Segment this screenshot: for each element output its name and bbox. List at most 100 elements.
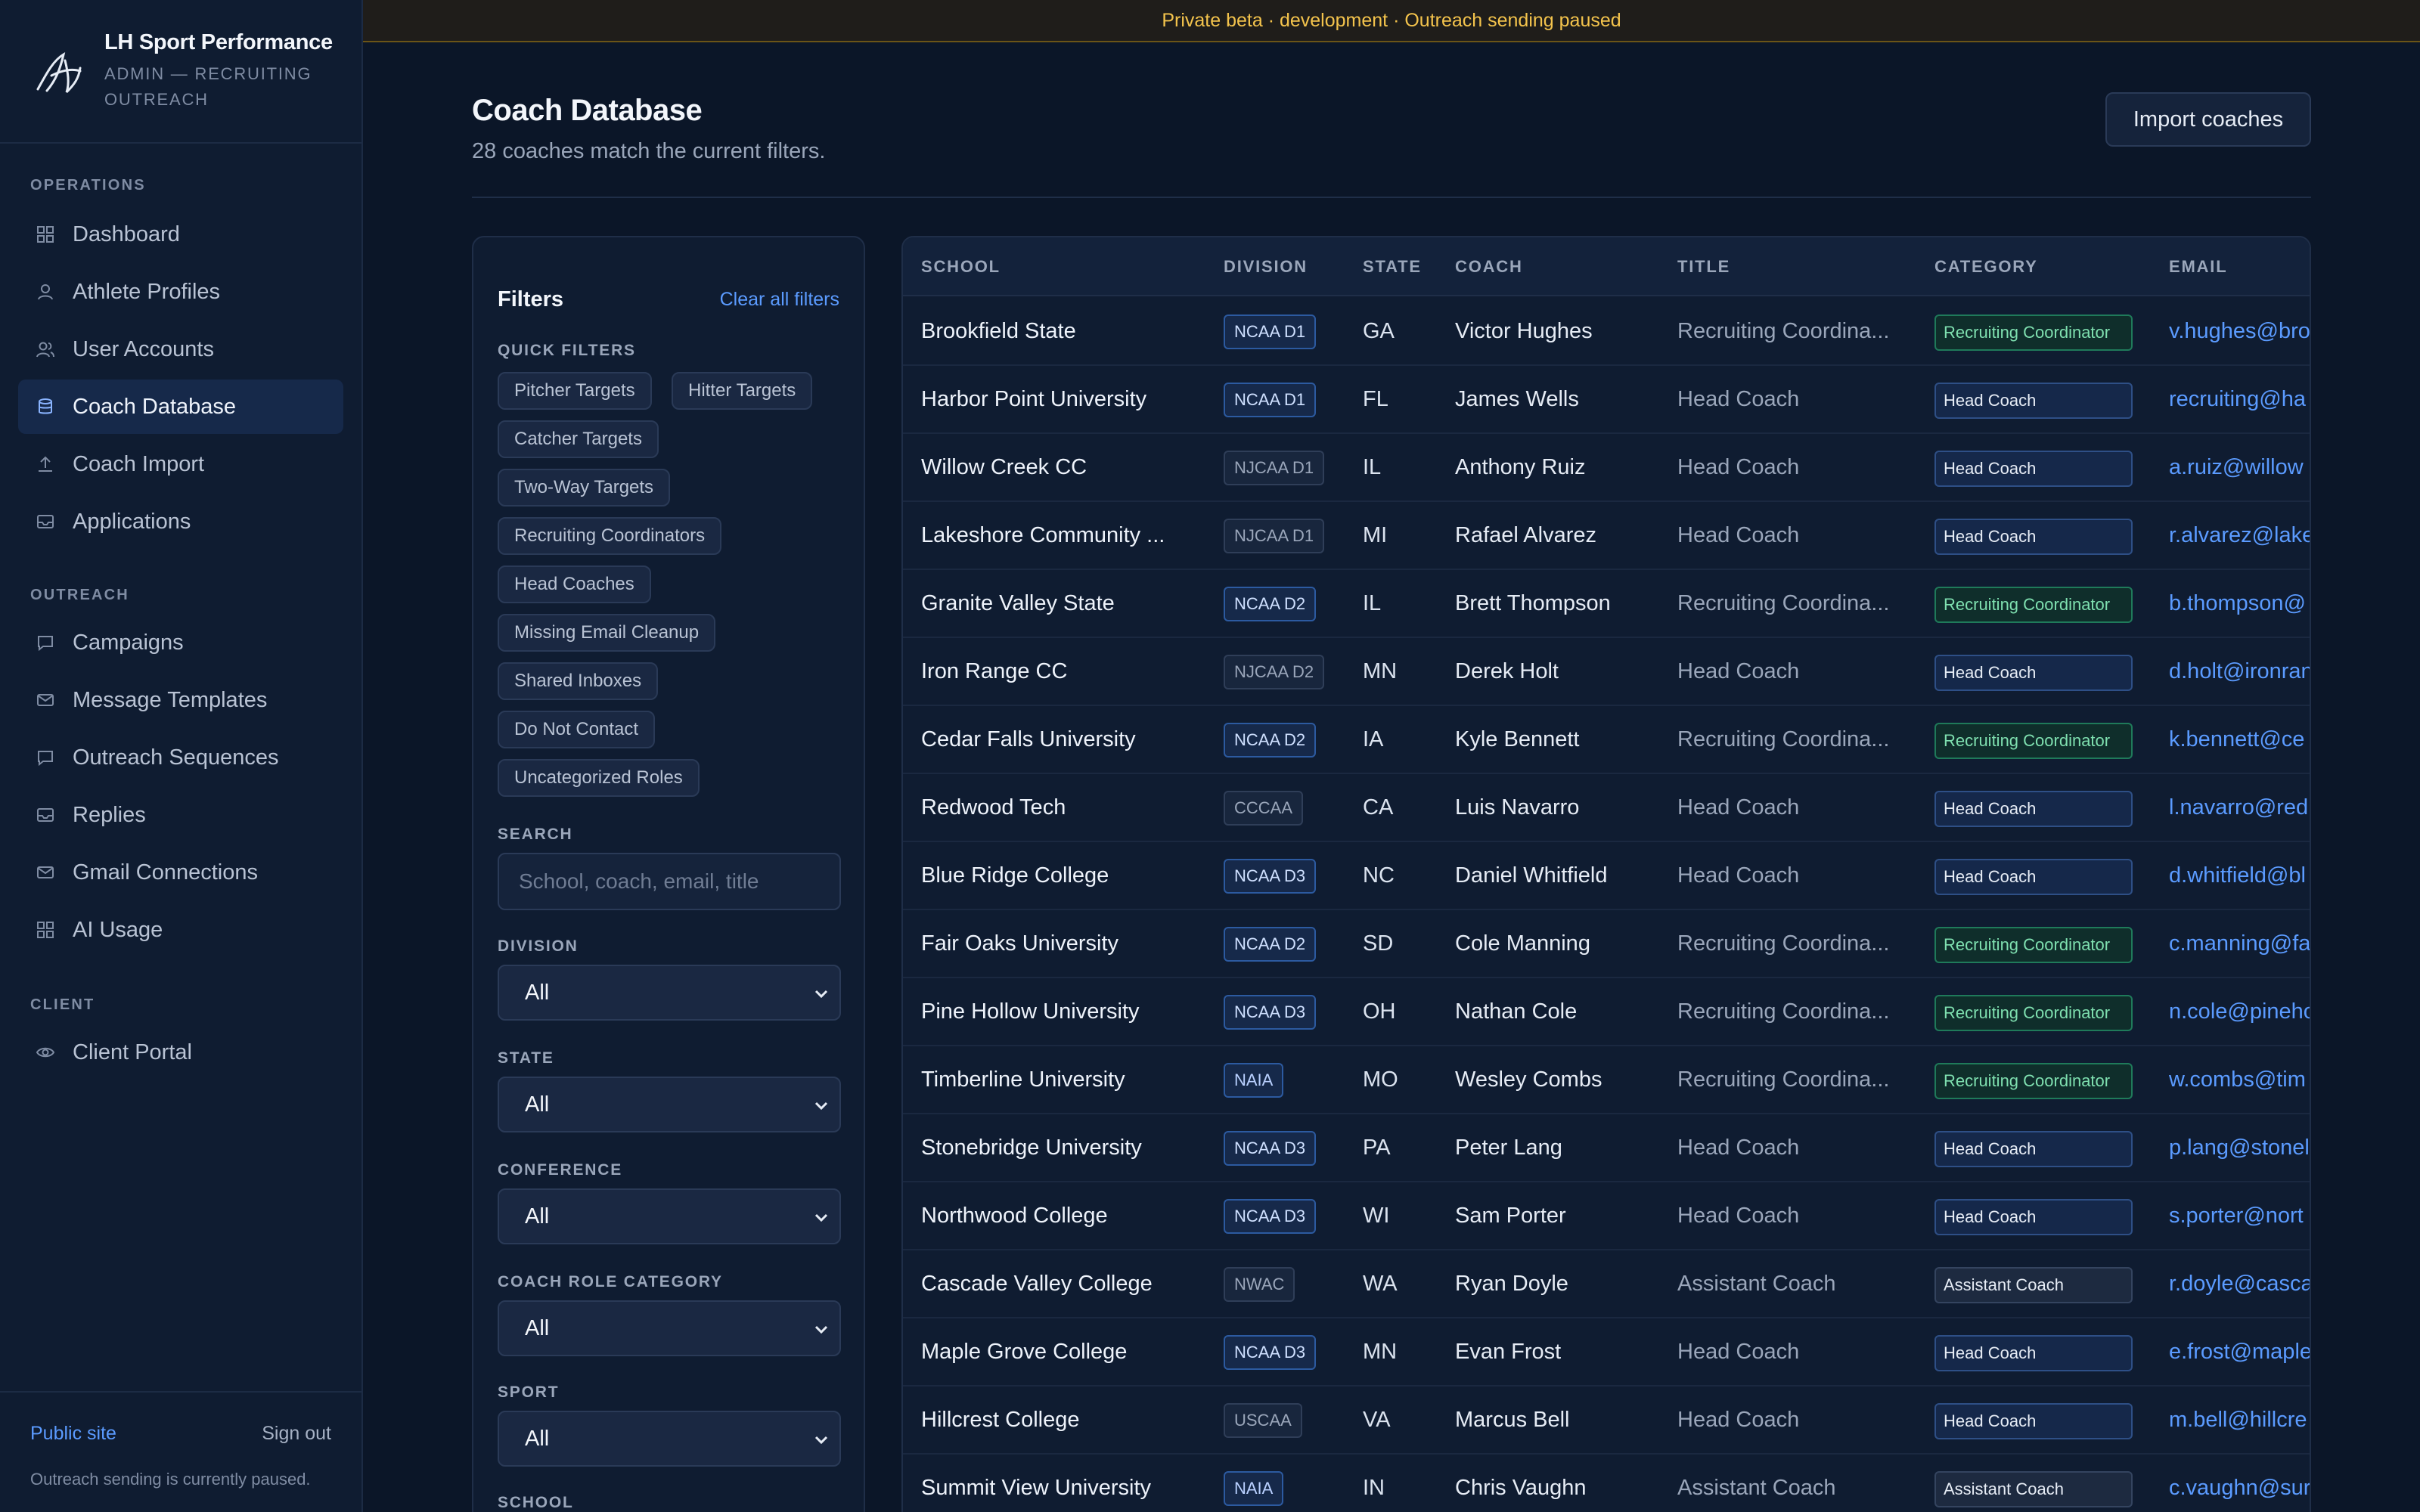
division-badge: USCAA (1224, 1403, 1302, 1438)
cell-school: Pine Hollow University (921, 999, 1140, 1024)
quick-filter-chip[interactable]: Shared Inboxes (498, 662, 659, 700)
cell-school: Timberline University (921, 1067, 1125, 1092)
sidebar-item-coach-import[interactable]: Coach Import (18, 437, 343, 491)
user-icon (33, 280, 57, 304)
nav-section-client: CLIENT (30, 996, 95, 1013)
column-header-school[interactable]: SCHOOL (921, 257, 1001, 277)
sidebar-item-label: Campaigns (73, 630, 184, 655)
table-row[interactable]: Blue Ridge College NCAA D3 NC Daniel Whitfi… (903, 842, 2310, 910)
conference-select[interactable]: All (498, 1188, 841, 1244)
coach-role-select[interactable]: All (498, 1300, 841, 1356)
cell-email[interactable]: v.hughes@bro (2169, 319, 2310, 344)
import-coaches-button[interactable]: Import coaches (2105, 92, 2311, 147)
table-row[interactable]: Cascade Valley College NWAC WA Ryan Doyle As… (903, 1250, 2310, 1318)
quick-filter-chip[interactable]: Uncategorized Roles (498, 759, 700, 797)
table-row[interactable]: Stonebridge University NCAA D3 PA Peter Lan… (903, 1114, 2310, 1182)
cell-school: Fair Oaks University (921, 931, 1119, 956)
quick-filter-chip[interactable]: Recruiting Coordinators (498, 517, 722, 555)
table-row[interactable]: Harbor Point University NCAA D1 FL James We… (903, 366, 2310, 434)
quick-filter-chip[interactable]: Head Coaches (498, 565, 651, 603)
quick-filter-chip[interactable]: Missing Email Cleanup (498, 614, 716, 652)
column-header-coach[interactable]: COACH (1455, 257, 1523, 277)
table-row[interactable]: Cedar Falls University NCAA D2 IA Kyle Benn… (903, 706, 2310, 774)
quick-filter-chip[interactable]: Pitcher Targets (498, 372, 652, 410)
page-title: Coach Database (472, 94, 703, 127)
sidebar-item-replies[interactable]: Replies (18, 788, 343, 842)
search-input[interactable] (498, 853, 841, 910)
table-row[interactable]: Fair Oaks University NCAA D2 SD Cole Mannin… (903, 910, 2310, 978)
cell-email[interactable]: a.ruiz@willow (2169, 455, 2304, 480)
sidebar-item-label: Replies (73, 802, 146, 827)
division-badge: NCAA D1 (1224, 383, 1317, 417)
table-row[interactable]: Pine Hollow University NCAA D3 OH Nathan Co… (903, 978, 2310, 1046)
table-row[interactable]: Lakeshore Community ... NJCAA D1 MI Rafael … (903, 502, 2310, 570)
sign-out-link[interactable]: Sign out (262, 1423, 331, 1445)
column-header-title[interactable]: TITLE (1677, 257, 1730, 277)
sidebar-item-client-portal[interactable]: Client Portal (18, 1025, 343, 1080)
quick-filter-chip[interactable]: Two-Way Targets (498, 469, 671, 507)
cell-email[interactable]: m.bell@hillcre (2169, 1408, 2307, 1433)
cell-email[interactable]: l.navarro@red (2169, 795, 2308, 820)
table-row[interactable]: Maple Grove College NCAA D3 MN Evan Frost He… (903, 1318, 2310, 1387)
sidebar-item-message-templates[interactable]: Message Templates (18, 673, 343, 727)
sidebar: LH Sport Performance ADMIN — RECRUITING … (0, 0, 363, 1512)
cell-email[interactable]: n.cole@pineho (2169, 999, 2310, 1024)
sidebar-item-coach-database[interactable]: Coach Database (18, 380, 343, 434)
cell-email[interactable]: d.holt@ironran (2169, 659, 2310, 684)
cell-email[interactable]: c.vaughn@sur (2169, 1476, 2310, 1501)
division-select[interactable]: All (498, 965, 841, 1021)
column-header-division[interactable]: DIVISION (1224, 257, 1308, 277)
clear-filters-link[interactable]: Clear all filters (720, 289, 839, 311)
table-row[interactable]: Hillcrest College USCAA VA Marcus Bell Head … (903, 1387, 2310, 1455)
table-row[interactable]: Granite Valley State NCAA D2 IL Brett Thomp… (903, 570, 2310, 638)
table-row[interactable]: Timberline University NAIA MO Wesley Combs R… (903, 1046, 2310, 1114)
table-row[interactable]: Brookfield State NCAA D1 GA Victor Hughes Re… (903, 298, 2310, 366)
column-header-category[interactable]: CATEGORY (1934, 257, 2038, 277)
cell-state: IN (1363, 1476, 1385, 1500)
sidebar-item-user-accounts[interactable]: User Accounts (18, 322, 343, 376)
sidebar-item-athlete-profiles[interactable]: Athlete Profiles (18, 265, 343, 319)
table-row[interactable]: Summit View University NAIA IN Chris Vaughn… (903, 1455, 2310, 1512)
cell-email[interactable]: w.combs@tim (2169, 1067, 2306, 1092)
cell-title: Assistant Coach (1677, 1272, 1836, 1296)
sidebar-item-gmail-connections[interactable]: Gmail Connections (18, 845, 343, 900)
sidebar-item-outreach-sequences[interactable]: Outreach Sequences (18, 730, 343, 785)
sport-select[interactable]: All (498, 1411, 841, 1467)
cell-school: Harbor Point University (921, 387, 1147, 411)
quick-filter-chip[interactable]: Catcher Targets (498, 420, 659, 458)
cell-email[interactable]: e.frost@maple (2169, 1340, 2310, 1365)
sidebar-item-applications[interactable]: Applications (18, 494, 343, 549)
cell-email[interactable]: b.thompson@ (2169, 591, 2306, 616)
sidebar-item-campaigns[interactable]: Campaigns (18, 615, 343, 670)
category-badge: Recruiting Coordinator (1934, 587, 2133, 623)
column-header-email[interactable]: EMAIL (2169, 257, 2227, 277)
sidebar-item-dashboard[interactable]: Dashboard (18, 207, 343, 262)
cell-coach: Daniel Whitfield (1455, 863, 1608, 888)
public-site-link[interactable]: Public site (30, 1423, 116, 1445)
cell-email[interactable]: recruiting@ha (2169, 387, 2306, 412)
quick-filter-chip[interactable]: Hitter Targets (672, 372, 813, 410)
table-row[interactable]: Iron Range CC NJCAA D2 MN Derek Holt Head Co… (903, 638, 2310, 706)
cell-email[interactable]: c.manning@fa (2169, 931, 2310, 956)
cell-state: OH (1363, 999, 1396, 1024)
category-badge: Recruiting Coordinator (1934, 1063, 2133, 1099)
cell-email[interactable]: r.doyle@casca (2169, 1272, 2310, 1297)
column-header-state[interactable]: STATE (1363, 257, 1422, 277)
sidebar-item-label: User Accounts (73, 336, 214, 361)
table-row[interactable]: Redwood Tech CCCAA CA Luis Navarro Head Coac… (903, 774, 2310, 842)
conference-select-value: All (525, 1204, 550, 1228)
cell-email[interactable]: k.bennett@ce (2169, 727, 2304, 752)
grid-icon (33, 918, 57, 942)
quick-filter-chip[interactable]: Do Not Contact (498, 711, 656, 748)
state-select[interactable]: All (498, 1077, 841, 1132)
table-row[interactable]: Willow Creek CC NJCAA D1 IL Anthony Ruiz Hea… (903, 434, 2310, 502)
cell-email[interactable]: r.alvarez@lake (2169, 523, 2310, 548)
sidebar-item-ai-usage[interactable]: AI Usage (18, 903, 343, 957)
category-badge: Head Coach (1934, 519, 2133, 555)
cell-email[interactable]: d.whitfield@bl (2169, 863, 2306, 888)
category-badge: Assistant Coach (1934, 1267, 2133, 1303)
cell-email[interactable]: s.porter@nort (2169, 1204, 2304, 1228)
table-row[interactable]: Northwood College NCAA D3 WI Sam Porter Head… (903, 1182, 2310, 1250)
sidebar-item-label: Coach Import (73, 451, 205, 476)
cell-email[interactable]: p.lang@stonel (2169, 1136, 2310, 1160)
